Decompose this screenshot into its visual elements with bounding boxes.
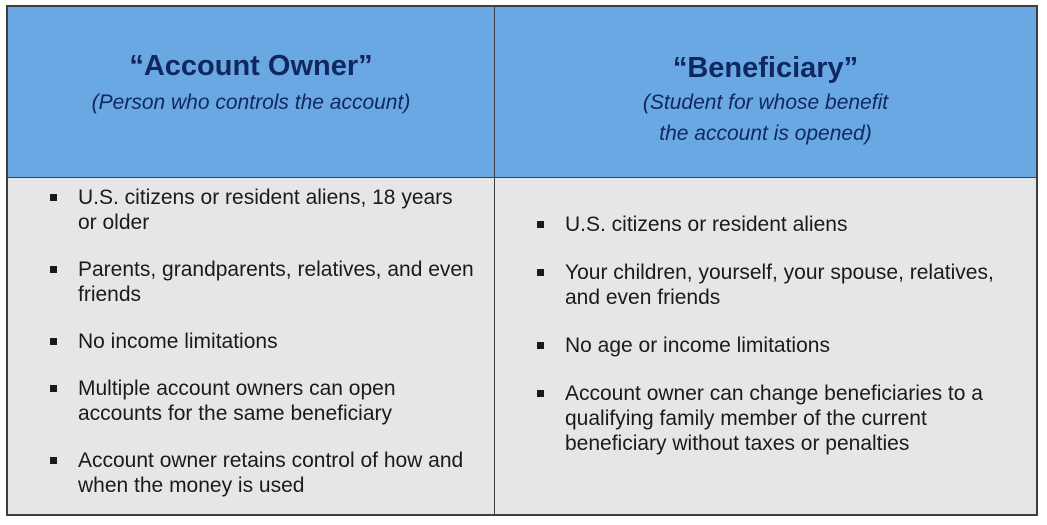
list-item-text: U.S. citizens or resident aliens, 18 yea… (78, 186, 453, 234)
beneficiary-subtitle-line-2: the account is opened) (659, 122, 872, 145)
list-item: Parents, grandparents, relatives, and ev… (46, 257, 476, 307)
beneficiary-subtitle-line-1: (Student for whose benefit (642, 91, 889, 114)
square-bullet-icon (50, 385, 57, 392)
list-item: U.S. citizens or resident aliens, 18 yea… (46, 185, 476, 235)
list-item: No age or income limitations (533, 333, 1013, 358)
square-bullet-icon (50, 194, 57, 201)
square-bullet-icon (537, 390, 544, 397)
list-item: No income limitations (46, 329, 476, 354)
beneficiary-list: U.S. citizens or resident aliens Your ch… (533, 212, 1013, 479)
beneficiary-header: “Beneficiary” (Student for whose benefit… (495, 7, 1036, 178)
account-owner-header: “Account Owner” (Person who controls the… (8, 7, 495, 178)
list-item-text: Account owner can change beneficiaries t… (565, 382, 983, 455)
list-item: Account owner retains control of how and… (46, 448, 476, 498)
account-owner-criteria: U.S. citizens or resident aliens, 18 yea… (8, 178, 495, 514)
comparison-table: “Account Owner” (Person who controls the… (6, 5, 1038, 516)
square-bullet-icon (537, 342, 544, 349)
square-bullet-icon (50, 457, 57, 464)
account-owner-subtitle: (Person who controls the account) (91, 91, 411, 114)
list-item-text: Multiple account owners can open account… (78, 377, 396, 425)
square-bullet-icon (537, 221, 544, 228)
account-owner-title: “Account Owner” (129, 50, 373, 82)
beneficiary-subtitle: (Student for whose benefit the account i… (495, 87, 1036, 149)
list-item-text: Parents, grandparents, relatives, and ev… (78, 258, 474, 306)
list-item-text: No age or income limitations (565, 334, 830, 357)
beneficiary-criteria: U.S. citizens or resident aliens Your ch… (495, 178, 1036, 514)
list-item: U.S. citizens or resident aliens (533, 212, 1013, 237)
square-bullet-icon (50, 338, 57, 345)
beneficiary-title: “Beneficiary” (672, 52, 859, 84)
list-item-text: No income limitations (78, 330, 278, 353)
account-owner-list: U.S. citizens or resident aliens, 18 yea… (46, 185, 476, 520)
list-item: Multiple account owners can open account… (46, 376, 476, 426)
list-item-text: Your children, yourself, your spouse, re… (565, 261, 994, 309)
list-item: Account owner can change beneficiaries t… (533, 381, 1013, 456)
list-item-text: Account owner retains control of how and… (78, 449, 464, 497)
square-bullet-icon (537, 269, 544, 276)
list-item-text: U.S. citizens or resident aliens (565, 213, 848, 236)
square-bullet-icon (50, 266, 57, 273)
list-item: Your children, yourself, your spouse, re… (533, 260, 1013, 310)
